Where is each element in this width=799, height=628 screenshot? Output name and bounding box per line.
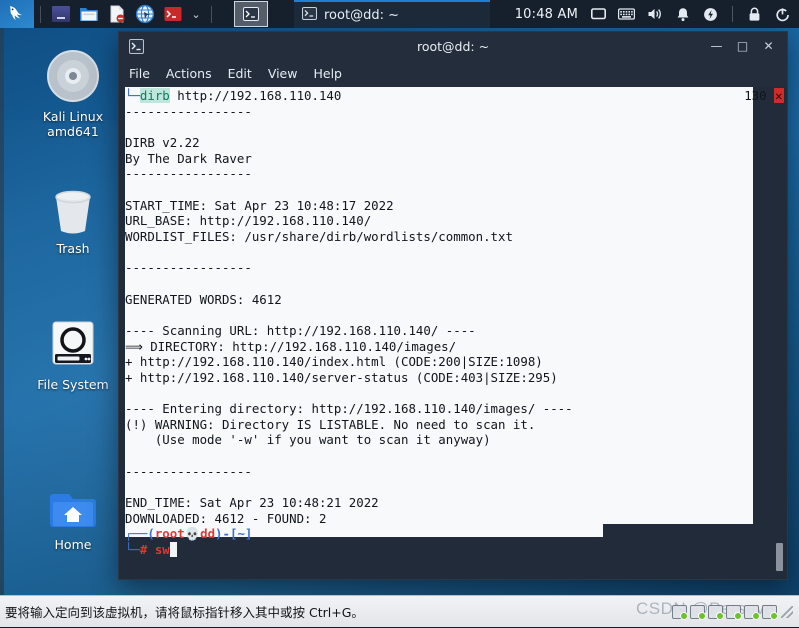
window-titlebar[interactable]: root@dd: ~ — □ ✕ [119, 32, 787, 60]
terminal-window[interactable]: root@dd: ~ — □ ✕ File Actions Edit View … [118, 31, 788, 580]
exit-code: 130 [744, 88, 766, 103]
home-folder-icon [13, 476, 133, 532]
terminal-command: dirb [140, 88, 170, 103]
menu-item-help[interactable]: Help [313, 66, 342, 81]
desktop-icon-trash[interactable]: Trash [13, 180, 133, 256]
desktop-icon-label: Kali Linux amd641 [13, 109, 133, 139]
vm-device-display-icon[interactable] [762, 605, 777, 619]
prompt-bracket-close: ] [245, 526, 252, 541]
terminal-input-text: sw [147, 542, 169, 557]
vm-device-tray[interactable] [672, 605, 777, 619]
prompt-host: dd [200, 526, 215, 541]
terminal-icon [125, 39, 147, 54]
web-browser-icon[interactable] [132, 1, 158, 27]
minimize-button[interactable]: — [710, 40, 723, 52]
kali-dragon-logo[interactable] [0, 0, 34, 28]
vm-device-cd-icon[interactable] [690, 605, 705, 619]
desktop: Kali Linux amd641 Trash File System [0, 0, 799, 627]
top-panel[interactable]: ⌄ root@dd: ~ 10:48 AM [0, 0, 799, 28]
chevron-down-icon[interactable]: ⌄ [187, 1, 205, 27]
close-button[interactable]: ✕ [762, 40, 775, 52]
prompt-box-close: └─ [125, 542, 140, 557]
window-title: root@dd: ~ [119, 39, 787, 54]
desktop-icon-file-system[interactable]: File System [13, 316, 133, 392]
taskbar-window-button[interactable]: root@dd: ~ [294, 0, 490, 28]
prompt-glyph: └─ [125, 88, 140, 103]
desktop-icon-kali-live[interactable]: Kali Linux amd641 [13, 48, 133, 139]
terminal-output: ----------------- DIRB v2.22 By The Dark… [125, 104, 573, 526]
file-manager-icon[interactable] [76, 1, 102, 27]
panel-separator [40, 6, 41, 23]
volume-icon[interactable] [645, 0, 664, 28]
terminal-text: └─dirb http://192.168.110.140 130 ✕ ----… [119, 87, 787, 526]
desktop-icon-label: Home [13, 537, 133, 552]
desktop-icon-label: File System [13, 377, 133, 392]
menu-bar[interactable]: File Actions Edit View Help [119, 60, 787, 87]
resize-grip[interactable] [781, 606, 793, 618]
notification-bell-icon[interactable] [673, 0, 692, 28]
exit-marker-icon: ✕ [774, 88, 783, 103]
terminal-command-arg: http://192.168.110.140 [170, 88, 342, 103]
menu-item-actions[interactable]: Actions [166, 66, 212, 81]
vm-status-right[interactable]: CSDN @Perseve [672, 596, 799, 628]
tray-separator [732, 6, 733, 22]
terminal-scrollbar[interactable] [776, 543, 783, 571]
display-icon[interactable] [589, 0, 608, 28]
logout-icon[interactable] [773, 0, 792, 28]
vm-device-sound-icon[interactable] [744, 605, 759, 619]
vm-device-network-icon[interactable] [708, 605, 723, 619]
desktop-edge-strip [0, 28, 4, 595]
menu-item-view[interactable]: View [268, 66, 298, 81]
terminal-cursor [170, 542, 177, 557]
taskbar-active-item[interactable] [234, 1, 268, 27]
prompt-path: ~ [237, 526, 244, 541]
skull-icon: 💀 [185, 526, 200, 541]
panel-separator-2 [211, 6, 212, 23]
terminal-input-prompt[interactable]: ┌──(root💀dd)-[~] └─# sw [125, 526, 252, 558]
prompt-box-open: ┌──( [125, 526, 155, 541]
lock-icon[interactable] [745, 0, 764, 28]
vm-status-bar: 要将输入定向到该虚拟机，请将鼠标指针移入其中或按 Ctrl+G。 CSDN @P… [0, 595, 799, 627]
desktop-icon-home[interactable]: Home [13, 476, 133, 552]
keyboard-icon[interactable] [617, 0, 636, 28]
power-icon[interactable] [701, 0, 720, 28]
menu-item-edit[interactable]: Edit [228, 66, 252, 81]
text-editor-icon[interactable] [104, 1, 130, 27]
desktop-icon-label: Trash [13, 241, 133, 256]
terminal-icon [302, 7, 317, 24]
panel-launchers[interactable]: ⌄ [0, 0, 218, 28]
terminal-icon[interactable] [160, 1, 186, 27]
prompt-sep: )-[ [215, 526, 237, 541]
menu-item-file[interactable]: File [129, 66, 150, 81]
vm-status-message: 要将输入定向到该虚拟机，请将鼠标指针移入其中或按 Ctrl+G。 [0, 602, 364, 621]
terminal-output-area[interactable]: └─dirb http://192.168.110.140 130 ✕ ----… [119, 87, 787, 579]
vm-device-usb-icon[interactable] [726, 605, 741, 619]
taskbar-window-title: root@dd: ~ [324, 8, 399, 23]
clock[interactable]: 10:48 AM [515, 7, 578, 22]
maximize-button[interactable]: □ [736, 40, 749, 52]
disc-icon [13, 48, 133, 104]
system-tray[interactable]: 10:48 AM [515, 0, 799, 28]
trash-icon [13, 180, 133, 236]
drive-icon [13, 316, 133, 372]
app-grid-icon[interactable] [48, 1, 74, 27]
vm-device-hdd-icon[interactable] [672, 605, 687, 619]
prompt-user: root [155, 526, 185, 541]
